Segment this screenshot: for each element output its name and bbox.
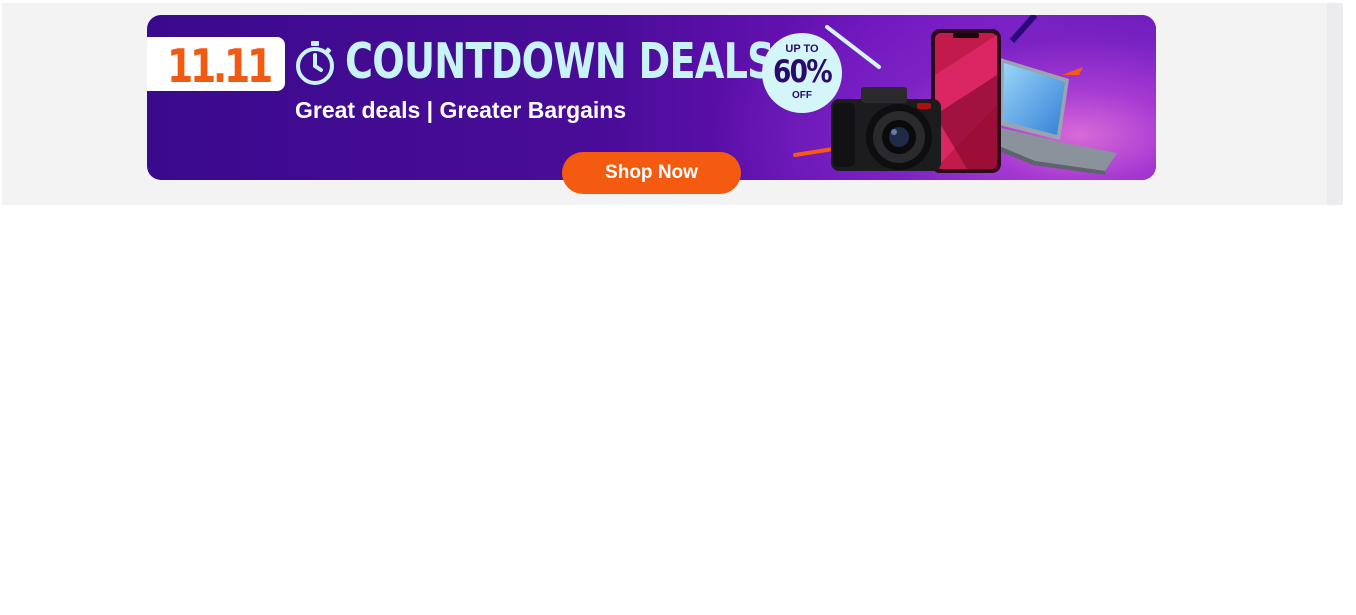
event-tag: 11.11 [147, 37, 285, 93]
laptop-image [985, 58, 1117, 175]
product-illustration [793, 15, 1117, 175]
light-streak [1062, 67, 1083, 75]
light-streak [825, 25, 881, 69]
light-streak [793, 147, 835, 157]
scrollbar-track[interactable] [1327, 3, 1343, 205]
shop-now-button[interactable]: Shop Now [562, 152, 741, 194]
event-tag-text: 11.11 [167, 39, 273, 93]
camera-image [831, 87, 941, 171]
smartphone-image [931, 29, 1001, 173]
light-streak [1009, 15, 1038, 43]
banner-tagline: Great deals | Greater Bargains [295, 97, 627, 123]
banner-headline: COUNTDOWN DEALS [345, 33, 775, 90]
stopwatch-icon [296, 41, 334, 85]
